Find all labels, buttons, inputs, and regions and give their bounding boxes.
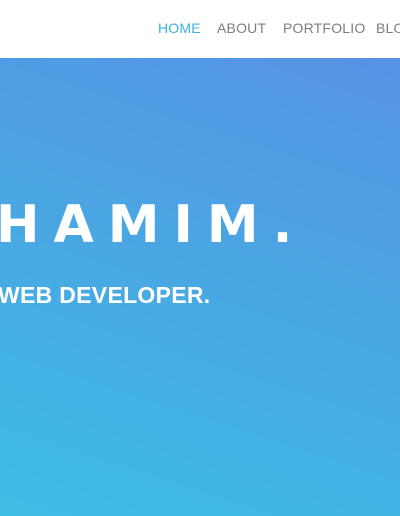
hero-title: HAMIM.: [0, 195, 307, 255]
nav-link-home[interactable]: HOME: [158, 19, 201, 37]
hero-subtitle: WEB DEVELOPER.: [0, 282, 211, 308]
hero-section: HAMIM. WEB DEVELOPER.: [0, 58, 400, 516]
nav-link-blog[interactable]: BLO: [376, 19, 400, 37]
nav-link-about[interactable]: ABOUT: [217, 19, 266, 37]
nav-link-portfolio[interactable]: PORTFOLIO: [283, 19, 365, 37]
main-nav: HOME ABOUT PORTFOLIO BLO: [0, 0, 400, 58]
top-navbar: HOME ABOUT PORTFOLIO BLO: [0, 0, 400, 58]
